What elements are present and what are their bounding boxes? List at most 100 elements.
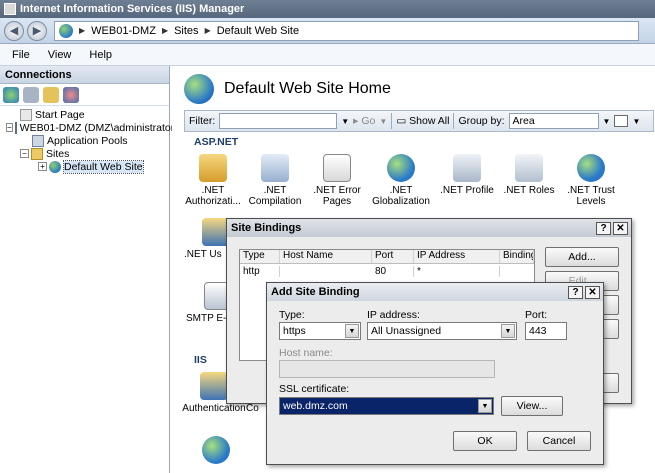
column-header[interactable]: Type xyxy=(240,250,280,263)
dialog-title: Site Bindings xyxy=(231,222,302,234)
feature-label: Co xyxy=(246,403,259,414)
close-button[interactable]: ✕ xyxy=(613,221,628,235)
globe-icon xyxy=(59,23,73,38)
port-input[interactable]: 443 xyxy=(525,322,567,340)
view-certificate-button[interactable]: View... xyxy=(501,396,563,416)
ip-address-select[interactable]: All Unassigned ▼ xyxy=(367,322,517,340)
feature-label: Authentication xyxy=(182,403,246,414)
feature-net-globalization[interactable]: .NET Globalization xyxy=(372,154,430,207)
page-title: Default Web Site Home xyxy=(224,80,391,97)
view-mode-dropdown-icon[interactable]: ▼ xyxy=(632,117,640,126)
column-header[interactable]: Binding xyxy=(500,250,534,263)
host-name-input xyxy=(279,360,495,378)
menu-view[interactable]: View xyxy=(48,49,72,61)
column-header[interactable]: IP Address xyxy=(414,250,500,263)
filter-bar: Filter: ▼ ▸ Go ▼ ▭ Show All Group by: Ar… xyxy=(184,110,654,132)
address-bar: ◀ ▶ ▶ WEB01-DMZ ▶ Sites ▶ Default Web Si… xyxy=(0,18,655,44)
chevron-down-icon[interactable]: ▼ xyxy=(501,324,515,338)
help-button[interactable]: ? xyxy=(568,285,583,299)
type-select[interactable]: https ▼ xyxy=(279,322,361,340)
column-header[interactable]: Port xyxy=(372,250,414,263)
go-button[interactable]: ▸ Go xyxy=(353,115,375,127)
feature-net-profile[interactable]: .NET Profile xyxy=(438,154,496,196)
type-label: Type: xyxy=(279,309,305,321)
breadcrumb-server[interactable]: WEB01-DMZ xyxy=(91,25,156,37)
tree-item-app-pools[interactable]: Application Pools xyxy=(0,134,169,147)
cell-type: http xyxy=(240,265,280,277)
feature-net-roles[interactable]: .NET Roles xyxy=(500,154,558,196)
connections-header: Connections xyxy=(0,66,169,84)
tree-item-label: Default Web Site xyxy=(63,159,144,174)
close-button[interactable]: ✕ xyxy=(585,285,600,299)
tree-item-default-web-site[interactable]: + Default Web Site xyxy=(0,159,169,174)
go-label: Go xyxy=(361,115,376,127)
net-trust-levels-icon xyxy=(577,154,605,182)
toolbar-divider xyxy=(391,113,393,129)
ssl-certificate-label: SSL certificate: xyxy=(279,383,350,395)
port-label: Port: xyxy=(525,309,548,321)
feature-label: .NET Roles xyxy=(503,185,555,196)
feature-net-error-pages[interactable]: .NET Error Pages xyxy=(308,154,366,207)
tree-item-label: WEB01-DMZ (DMZ\administrator) xyxy=(19,121,178,134)
group-by-value: Area xyxy=(512,115,535,127)
expand-icon[interactable]: + xyxy=(38,162,47,171)
disconnect-icon[interactable] xyxy=(63,86,79,103)
filter-label: Filter: xyxy=(189,115,216,127)
net-roles-icon xyxy=(515,154,543,182)
window-title: Internet Information Services (IIS) Mana… xyxy=(20,3,245,15)
tree-item-label: Application Pools xyxy=(47,134,128,147)
filter-input[interactable] xyxy=(219,113,338,129)
chevron-down-icon[interactable]: ▼ xyxy=(345,324,359,338)
ok-button[interactable]: OK xyxy=(453,431,517,451)
net-compilation-icon xyxy=(261,154,289,182)
net-error-pages-icon xyxy=(323,154,351,182)
feature-net-trust-levels[interactable]: .NET Trust Levels xyxy=(562,154,620,207)
breadcrumb[interactable]: ▶ WEB01-DMZ ▶ Sites ▶ Default Web Site xyxy=(54,20,639,41)
show-all-label: Show All xyxy=(409,115,450,127)
tree-item-server[interactable]: − WEB01-DMZ (DMZ\administrator) xyxy=(0,121,178,134)
table-row[interactable]: http 80 * xyxy=(240,264,534,278)
save-icon[interactable] xyxy=(23,86,39,103)
iis-manager-icon xyxy=(4,3,16,15)
website-globe-icon xyxy=(49,160,61,173)
ssl-certificate-value: web.dmz.com xyxy=(283,400,348,412)
website-globe-icon xyxy=(202,436,230,464)
collapse-icon[interactable]: − xyxy=(6,123,13,132)
back-button[interactable]: ◀ xyxy=(4,20,24,41)
website-globe-icon xyxy=(184,74,214,104)
breadcrumb-site[interactable]: Default Web Site xyxy=(217,25,299,37)
group-by-select[interactable]: Area xyxy=(508,113,599,129)
go-dropdown-icon[interactable]: ▼ xyxy=(379,117,387,126)
feature-label: .NET Profile xyxy=(440,185,494,196)
connect-icon[interactable] xyxy=(3,86,19,103)
window-titlebar: Internet Information Services (IIS) Mana… xyxy=(0,0,655,18)
feature-label: .NET Error Pages xyxy=(313,185,361,207)
column-header[interactable]: Host Name xyxy=(280,250,372,263)
net-authorization-icon xyxy=(199,154,227,182)
menu-help[interactable]: Help xyxy=(89,49,112,61)
chevron-right-icon: ▶ xyxy=(161,26,169,35)
menu-file[interactable]: File xyxy=(12,49,30,61)
feature-net-compilation[interactable]: .NET Compilation xyxy=(246,154,304,207)
section-iis: IIS xyxy=(194,354,207,366)
collapse-icon[interactable]: − xyxy=(20,149,29,158)
filter-dropdown-icon[interactable]: ▼ xyxy=(341,117,349,126)
cell-ip: * xyxy=(414,265,500,277)
table-header: Type Host Name Port IP Address Binding xyxy=(240,250,534,264)
help-button[interactable]: ? xyxy=(596,221,611,235)
up-folder-icon[interactable] xyxy=(43,86,59,103)
tree-item-start-page[interactable]: Start Page xyxy=(0,108,169,121)
add-binding-button[interactable]: Add... xyxy=(545,247,619,267)
show-all-button[interactable]: ▭ Show All xyxy=(396,115,449,127)
view-mode-icon[interactable] xyxy=(614,115,629,127)
tree-item-sites[interactable]: − Sites xyxy=(0,147,169,160)
breadcrumb-sites[interactable]: Sites xyxy=(174,25,198,37)
cancel-button[interactable]: Cancel xyxy=(527,431,591,451)
chevron-down-icon[interactable]: ▼ xyxy=(478,399,492,413)
feature-label: .NET Compilation xyxy=(248,185,302,207)
group-by-dropdown-icon[interactable]: ▼ xyxy=(603,117,611,126)
feature-net-authorization[interactable]: .NET Authorizati... xyxy=(184,154,242,207)
ssl-certificate-select[interactable]: web.dmz.com ▼ xyxy=(279,397,494,415)
forward-button[interactable]: ▶ xyxy=(27,20,47,41)
authentication-icon xyxy=(200,372,228,400)
